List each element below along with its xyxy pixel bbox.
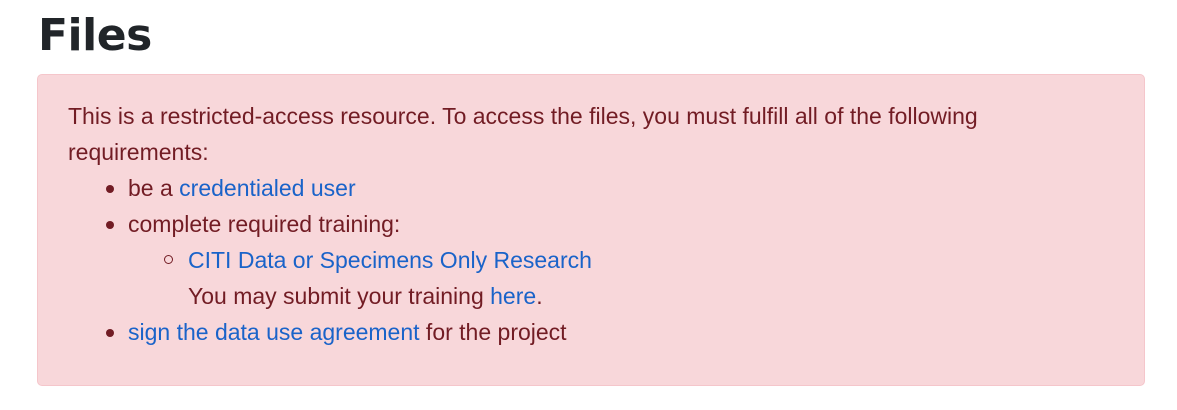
citi-training-link[interactable]: CITI Data or Specimens Only Research [188, 247, 592, 273]
sign-dua-link[interactable]: sign the data use agreement [128, 319, 420, 345]
requirements-list: be a credentialed user complete required… [68, 170, 1114, 350]
requirement-credentialed: be a credentialed user [106, 170, 1114, 206]
training-submit-note-prefix: You may submit your training [188, 283, 491, 309]
page-title: Files [38, 10, 152, 61]
requirement-dua-suffix: for the project [419, 319, 567, 345]
submit-training-here-link[interactable]: here [490, 283, 536, 309]
training-submit-note: You may submit your training here. [188, 278, 1114, 314]
training-list: CITI Data or Specimens Only Research You… [128, 242, 1114, 314]
requirement-dua: sign the data use agreement for the proj… [106, 314, 1114, 350]
credentialed-user-link[interactable]: credentialed user [179, 175, 355, 201]
restricted-access-alert: This is a restricted-access resource. To… [37, 74, 1145, 386]
requirement-credentialed-prefix: be a [128, 175, 180, 201]
requirement-training: complete required training: CITI Data or… [106, 206, 1114, 314]
requirement-training-text: complete required training: [128, 211, 401, 237]
training-item-citi: CITI Data or Specimens Only Research You… [164, 242, 1114, 314]
training-submit-note-suffix: . [536, 283, 543, 309]
alert-intro-text: This is a restricted-access resource. To… [68, 103, 978, 165]
